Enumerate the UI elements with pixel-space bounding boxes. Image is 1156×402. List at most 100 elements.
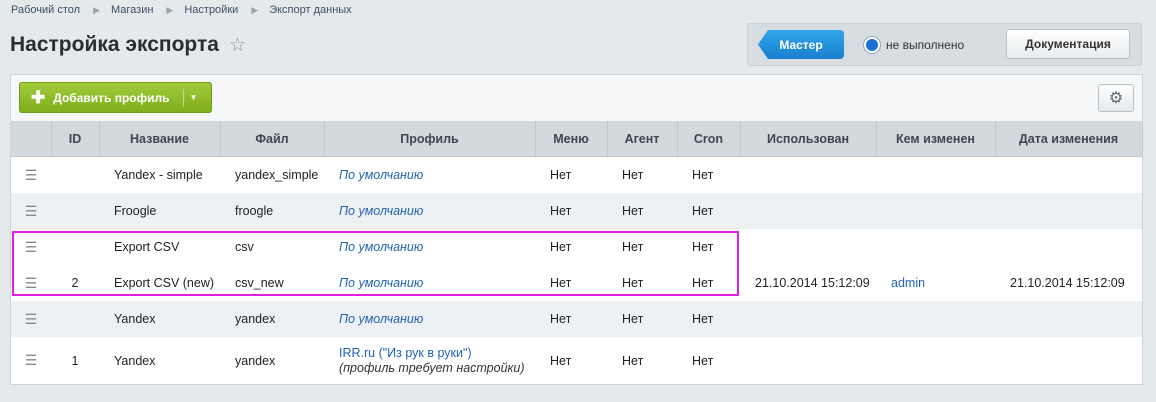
cell-name: Yandex - simple (99, 156, 220, 193)
breadcrumb: Рабочий стол ▶ Магазин ▶ Настройки ▶ Экс… (11, 4, 352, 16)
hamburger-icon[interactable]: ☰ (11, 301, 51, 337)
settings-button[interactable]: ⚙ (1098, 84, 1134, 112)
cell-agent: Нет (607, 193, 677, 229)
profile-link[interactable]: По умолчанию (339, 276, 423, 290)
col-header-file[interactable]: Файл (220, 121, 325, 157)
table-row[interactable]: ☰ Yandex - simple yandex_simple По умолч… (11, 156, 1142, 193)
cell-file: csv_new (220, 265, 324, 301)
add-profile-label: Добавить профиль (53, 90, 170, 105)
hamburger-icon[interactable]: ☰ (11, 265, 51, 301)
profile-link[interactable]: По умолчанию (339, 312, 423, 326)
cell-changed-by: admin (876, 265, 995, 301)
cell-changed-date (995, 193, 1142, 229)
cell-cron: Нет (677, 265, 740, 301)
hamburger-icon[interactable]: ☰ (11, 337, 51, 384)
cell-changed-date (995, 301, 1142, 337)
cell-agent: Нет (607, 229, 677, 265)
profile-link[interactable]: По умолчанию (339, 240, 423, 254)
cell-cron: Нет (677, 337, 740, 384)
breadcrumb-item-desktop[interactable]: Рабочий стол (11, 4, 80, 16)
wizard-bar: Мастер не выполнено Документация (747, 23, 1142, 66)
wizard-status: не выполнено (864, 37, 964, 53)
col-header-used[interactable]: Использован (740, 121, 877, 157)
cell-profile: По умолчанию (324, 229, 535, 265)
col-header-menu[interactable]: Меню (535, 121, 608, 157)
cell-menu: Нет (535, 156, 607, 193)
col-header-name[interactable]: Название (99, 121, 221, 157)
hamburger-icon[interactable]: ☰ (11, 156, 51, 193)
profiles-table: ID Название Файл Профиль Меню Агент Cron… (11, 121, 1143, 384)
cell-changed-date: 21.10.2014 15:12:09 (995, 265, 1142, 301)
table-row[interactable]: ☰ Froogle froogle По умолчанию Нет Нет Н… (11, 193, 1142, 229)
cell-cron: Нет (677, 229, 740, 265)
cell-agent: Нет (607, 301, 677, 337)
cell-used (740, 156, 876, 193)
star-icon[interactable]: ☆ (229, 34, 246, 57)
col-header-cron[interactable]: Cron (677, 121, 741, 157)
breadcrumb-item-export[interactable]: Экспорт данных (269, 4, 351, 16)
cell-profile: По умолчанию (324, 265, 535, 301)
cell-id: 1 (51, 337, 99, 384)
hamburger-icon[interactable]: ☰ (11, 229, 51, 265)
add-profile-button[interactable]: ✚ Добавить профиль ▼ (19, 82, 212, 113)
col-header-profile[interactable]: Профиль (324, 121, 536, 157)
cell-used (740, 229, 876, 265)
cell-changed-date (995, 229, 1142, 265)
table-row[interactable]: ☰ 1 Yandex yandex IRR.ru ("Из рук в руки… (11, 337, 1142, 384)
cell-name: Yandex (99, 337, 220, 384)
table-header-row: ID Название Файл Профиль Меню Агент Cron… (11, 121, 1143, 157)
cell-changed-date (995, 156, 1142, 193)
cell-name: Froogle (99, 193, 220, 229)
cell-changed-by (876, 337, 995, 384)
profile-link[interactable]: По умолчанию (339, 168, 423, 182)
cell-profile: По умолчанию (324, 156, 535, 193)
chevron-right-icon: ▶ (93, 4, 100, 15)
cell-name: Export CSV (99, 229, 220, 265)
profile-link[interactable]: IRR.ru ("Из рук в руки") (339, 346, 472, 360)
cell-name: Export CSV (new) (99, 265, 220, 301)
chevron-down-icon[interactable]: ▼ (190, 93, 198, 102)
col-header-id[interactable]: ID (51, 121, 100, 157)
table-row[interactable]: ☰ 2 Export CSV (new) csv_new По умолчани… (11, 265, 1142, 301)
cell-cron: Нет (677, 301, 740, 337)
breadcrumb-item-settings[interactable]: Настройки (184, 4, 238, 16)
documentation-button[interactable]: Документация (1006, 29, 1130, 59)
cell-file: yandex (220, 337, 324, 384)
breadcrumb-item-shop[interactable]: Магазин (111, 4, 153, 16)
status-label: не выполнено (886, 38, 965, 52)
cell-id (51, 193, 99, 229)
cell-id: 2 (51, 265, 99, 301)
cell-profile: По умолчанию (324, 193, 535, 229)
cell-file: yandex_simple (220, 156, 324, 193)
user-link[interactable]: admin (891, 276, 925, 290)
chevron-right-icon: ▶ (166, 4, 174, 15)
cell-used (740, 301, 876, 337)
col-header-changed-date[interactable]: Дата изменения (995, 121, 1143, 157)
cell-name: Yandex (99, 301, 220, 337)
cell-changed-by (876, 301, 995, 337)
cell-menu: Нет (535, 193, 607, 229)
col-header-changed-by[interactable]: Кем изменен (876, 121, 996, 157)
table-row[interactable]: ☰ Export CSV csv По умолчанию Нет Нет Не… (11, 229, 1142, 265)
hamburger-icon[interactable]: ☰ (11, 193, 51, 229)
cell-agent: Нет (607, 156, 677, 193)
page-title: Настройка экспорта (10, 33, 219, 56)
col-header-drag (11, 121, 52, 157)
cell-agent: Нет (607, 265, 677, 301)
cell-used (740, 193, 876, 229)
master-button[interactable]: Мастер (758, 30, 844, 59)
cell-profile: По умолчанию (324, 301, 535, 337)
table-row[interactable]: ☰ Yandex yandex По умолчанию Нет Нет Нет (11, 301, 1142, 337)
cell-used (740, 337, 876, 384)
cell-id (51, 156, 99, 193)
page-title-row: Настройка экспорта ☆ (10, 33, 246, 57)
button-divider (182, 88, 184, 107)
cell-menu: Нет (535, 229, 607, 265)
cell-menu: Нет (535, 265, 607, 301)
profiles-panel: ✚ Добавить профиль ▼ ⚙ ID Название Файл … (10, 74, 1143, 385)
cell-menu: Нет (535, 301, 607, 337)
col-header-agent[interactable]: Агент (607, 121, 678, 157)
cell-id (51, 229, 99, 265)
profile-link[interactable]: По умолчанию (339, 204, 423, 218)
chevron-right-icon: ▶ (251, 4, 259, 15)
